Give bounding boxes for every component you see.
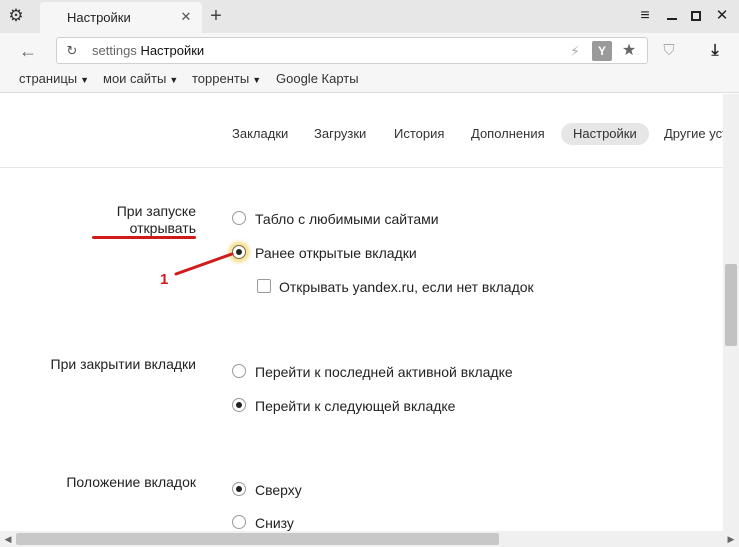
option-open-yandex[interactable]: Открывать yandex.ru, если нет вкладок — [279, 279, 534, 295]
bookmark-label: страницы — [19, 71, 78, 86]
address-text[interactable]: settings Настройки — [92, 43, 204, 58]
scroll-right-icon[interactable]: ▶ — [723, 531, 739, 547]
option-close-next-tab[interactable]: Перейти к следующей вкладке — [255, 398, 455, 414]
download-icon[interactable]: ⤓ — [705, 40, 725, 62]
bookmark-star-icon[interactable]: ★ — [619, 41, 639, 61]
yandex-icon[interactable]: Y — [592, 41, 612, 61]
protect-shield-icon[interactable]: ⛉ — [660, 41, 678, 61]
annotation-underline — [92, 236, 196, 239]
browser-window: ⚙ Настройки ✕ + ≡ ✕ ← ↻ settings Настрой… — [0, 0, 739, 547]
startup-label-line2: открывать — [129, 220, 196, 236]
bookmark-folder-pages[interactable]: страницы ▼ — [19, 71, 89, 86]
close-tab-icon[interactable]: ✕ — [177, 7, 195, 27]
scroll-left-icon[interactable]: ◀ — [0, 531, 16, 547]
address-toolbar: ← ↻ settings Настройки ⚡ Y ★ ⛉ ⤓ — [0, 33, 739, 69]
address-page-title: Настройки — [140, 43, 205, 58]
bookmark-label: торренты — [192, 71, 250, 86]
title-bar: ⚙ Настройки ✕ + ≡ ✕ — [0, 0, 739, 33]
new-tab-button[interactable]: + — [205, 4, 227, 28]
chevron-down-icon: ▼ — [80, 75, 90, 85]
address-scheme: settings — [92, 43, 137, 58]
vertical-scrollbar[interactable] — [723, 94, 739, 531]
tab-title: Настройки — [67, 10, 131, 25]
close-window-button[interactable]: ✕ — [711, 4, 733, 28]
nav-tab-settings[interactable]: Настройки — [561, 123, 649, 145]
settings-nav: Закладки Загрузки История Дополнения Нас… — [0, 94, 739, 168]
close-tab-section-label: При закрытии вкладки — [50, 356, 196, 372]
annotation-arrow — [174, 252, 234, 276]
radio-tabs-bottom[interactable] — [232, 515, 246, 529]
radio-startup-tableau[interactable] — [232, 211, 246, 225]
radio-tabs-top[interactable] — [232, 482, 246, 496]
gear-icon[interactable]: ⚙ — [4, 4, 28, 28]
bookmark-folder-torrents[interactable]: торренты ▼ — [192, 71, 261, 86]
tab-settings[interactable]: Настройки ✕ — [40, 2, 202, 33]
menu-icon[interactable]: ≡ — [634, 4, 656, 28]
address-field[interactable]: ↻ settings Настройки ⚡ Y ★ — [56, 37, 648, 64]
checkbox-open-yandex[interactable] — [257, 279, 271, 293]
radio-close-last-active[interactable] — [232, 364, 246, 378]
startup-section-label: При запуске открывать — [60, 203, 196, 237]
chevron-down-icon: ▼ — [169, 75, 179, 85]
reload-icon[interactable]: ↻ — [63, 40, 81, 62]
back-button[interactable]: ← — [16, 39, 40, 63]
horizontal-scroll-thumb[interactable] — [16, 533, 499, 545]
bookmark-label: Google Карты — [276, 71, 359, 86]
turbo-icon[interactable]: ⚡ — [565, 41, 585, 61]
option-tabs-top[interactable]: Сверху — [255, 482, 302, 498]
option-startup-tableau[interactable]: Табло с любимыми сайтами — [255, 211, 439, 227]
option-tabs-bottom[interactable]: Снизу — [255, 515, 294, 531]
minimize-button[interactable] — [661, 4, 683, 28]
bookmark-google-maps[interactable]: Google Карты — [276, 71, 359, 86]
option-startup-previous-tabs[interactable]: Ранее открытые вкладки — [255, 245, 417, 261]
nav-tab-downloads[interactable]: Загрузки — [314, 123, 366, 145]
option-close-last-active[interactable]: Перейти к последней активной вкладке — [255, 364, 513, 380]
bookmark-folder-my-sites[interactable]: мои сайты ▼ — [103, 71, 178, 86]
chevron-down-icon: ▼ — [252, 75, 262, 85]
nav-tab-history[interactable]: История — [394, 123, 444, 145]
nav-tab-extensions[interactable]: Дополнения — [471, 123, 545, 145]
bookmarks-bar: страницы ▼ мои сайты ▼ торренты ▼ Google Ка… — [0, 69, 739, 93]
vertical-scroll-thumb[interactable] — [725, 264, 737, 346]
horizontal-scrollbar[interactable]: ◀ ▶ — [0, 531, 739, 547]
nav-tab-bookmarks[interactable]: Закладки — [232, 123, 288, 145]
maximize-button[interactable] — [685, 4, 707, 28]
bookmark-label: мои сайты — [103, 71, 167, 86]
radio-close-next-tab[interactable] — [232, 398, 246, 412]
startup-label-line1: При запуске — [116, 203, 196, 219]
annotation-number: 1 — [160, 271, 169, 288]
tab-position-section-label: Положение вкладок — [66, 474, 196, 490]
